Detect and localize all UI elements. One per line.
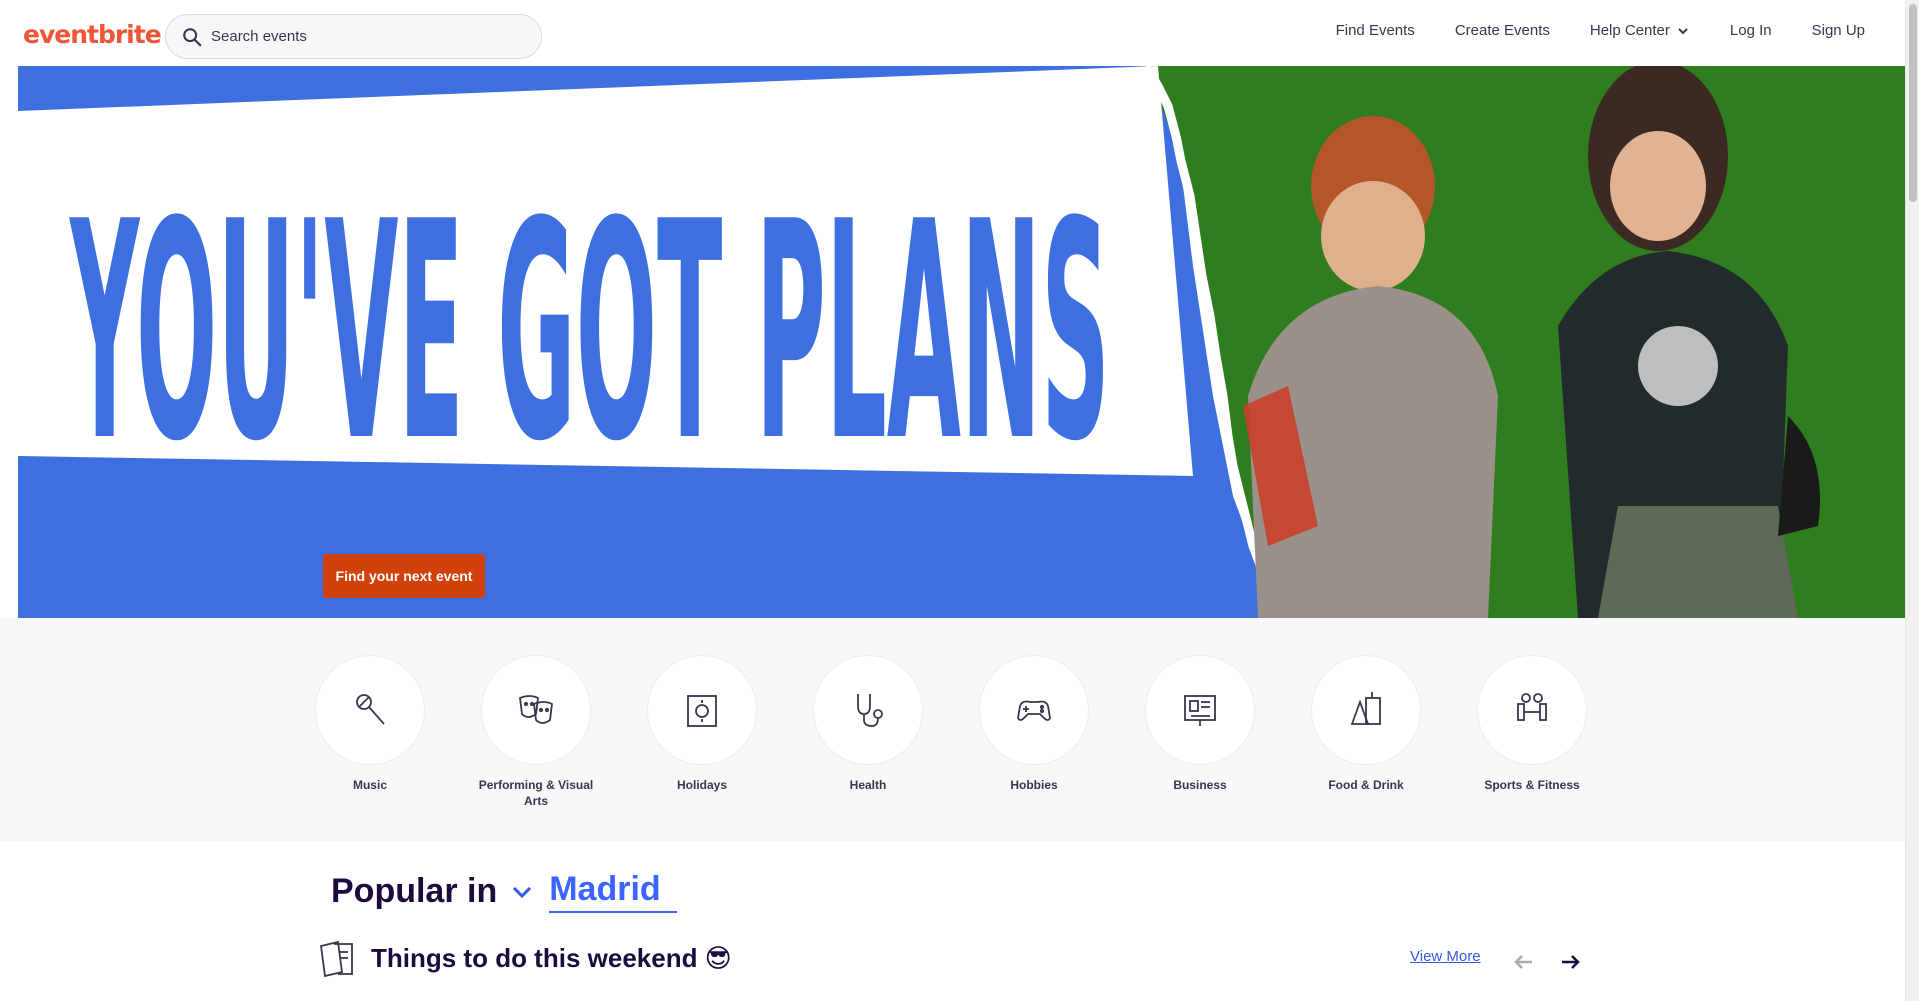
category-sports-fitness[interactable]: Sports & Fitness bbox=[1462, 655, 1602, 793]
find-next-event-button[interactable]: Find your next event bbox=[323, 554, 485, 598]
main-nav: Find Events Create Events Help Center Lo… bbox=[1296, 22, 1865, 39]
svg-text:YOU'VE GOT PLANS: YOU'VE GOT PLANS bbox=[69, 158, 1110, 507]
weekend-events-section: Things to do this weekend 😎 View More bbox=[318, 938, 1580, 982]
nav-help-center-label: Help Center bbox=[1589, 22, 1670, 39]
category-label: Health bbox=[849, 778, 887, 792]
arrow-left-icon[interactable] bbox=[1510, 948, 1538, 976]
arrow-right-icon[interactable] bbox=[1556, 948, 1584, 976]
nav-create-events[interactable]: Create Events bbox=[1455, 22, 1550, 39]
theater-masks-icon bbox=[519, 695, 553, 724]
calendar-sun-icon bbox=[687, 695, 717, 727]
category-health[interactable]: Health bbox=[798, 655, 938, 793]
presentation-board-icon bbox=[1184, 695, 1216, 726]
category-label: Business bbox=[1173, 778, 1227, 792]
popular-in-label: Popular in bbox=[331, 872, 498, 910]
search-input[interactable] bbox=[211, 28, 511, 45]
category-strip: Music Performing & Visual Arts Holidays … bbox=[0, 618, 1905, 841]
eventbrite-logo[interactable]: eventbrite bbox=[23, 20, 162, 49]
category-circle bbox=[315, 655, 425, 765]
category-circle bbox=[813, 655, 923, 765]
gamepad-icon bbox=[1017, 700, 1051, 721]
dumbbell-icon bbox=[1517, 693, 1547, 721]
category-circle bbox=[979, 655, 1089, 765]
popular-location-selector: Popular in Madrid bbox=[331, 870, 677, 913]
nav-sign-up[interactable]: Sign Up bbox=[1812, 22, 1865, 39]
city-input[interactable]: Madrid bbox=[549, 870, 677, 913]
nav-find-events[interactable]: Find Events bbox=[1336, 22, 1415, 39]
category-label: Performing & Visual Arts bbox=[478, 778, 594, 808]
search-icon bbox=[183, 27, 202, 46]
view-more-link[interactable]: View More bbox=[1410, 948, 1481, 965]
nav-help-center[interactable]: Help Center bbox=[1590, 22, 1690, 39]
page-scrollbar[interactable] bbox=[1905, 0, 1919, 1001]
drinks-icon bbox=[1350, 692, 1381, 725]
category-food-drink[interactable]: Food & Drink bbox=[1296, 655, 1436, 793]
category-circle bbox=[647, 655, 757, 765]
hero-banner: YOU'VE GOT PLANS Find your next event bbox=[18, 66, 1905, 618]
headline-lettering: YOU'VE GOT PLANS bbox=[69, 158, 1110, 507]
chevron-down-icon bbox=[1678, 27, 1688, 34]
scrollbar-thumb[interactable] bbox=[1909, 4, 1917, 202]
search-bar[interactable] bbox=[165, 14, 542, 59]
category-circle bbox=[1145, 655, 1255, 765]
category-circle bbox=[1311, 655, 1421, 765]
category-holidays[interactable]: Holidays bbox=[632, 655, 772, 793]
ticket-icon bbox=[320, 940, 353, 978]
top-navigation-bar: eventbrite Find Events Create Events Hel… bbox=[0, 0, 1905, 66]
category-label: Hobbies bbox=[1010, 778, 1058, 792]
category-performing-arts[interactable]: Performing & Visual Arts bbox=[466, 655, 606, 809]
nav-log-in[interactable]: Log In bbox=[1730, 22, 1772, 39]
chevron-down-icon[interactable] bbox=[509, 879, 535, 905]
category-circle bbox=[481, 655, 591, 765]
microphone-icon bbox=[356, 694, 385, 725]
category-label: Sports & Fitness bbox=[1484, 778, 1580, 792]
section-title: Things to do this weekend 😎 bbox=[371, 943, 732, 973]
category-label: Music bbox=[352, 778, 387, 792]
category-label: Food & Drink bbox=[1328, 778, 1404, 792]
category-circle bbox=[1477, 655, 1587, 765]
stethoscope-icon bbox=[857, 694, 883, 727]
category-business[interactable]: Business bbox=[1130, 655, 1270, 793]
category-label: Holidays bbox=[676, 778, 727, 792]
category-music[interactable]: Music bbox=[300, 655, 440, 793]
hero-artwork: YOU'VE GOT PLANS bbox=[18, 66, 1905, 618]
category-hobbies[interactable]: Hobbies bbox=[964, 655, 1104, 793]
